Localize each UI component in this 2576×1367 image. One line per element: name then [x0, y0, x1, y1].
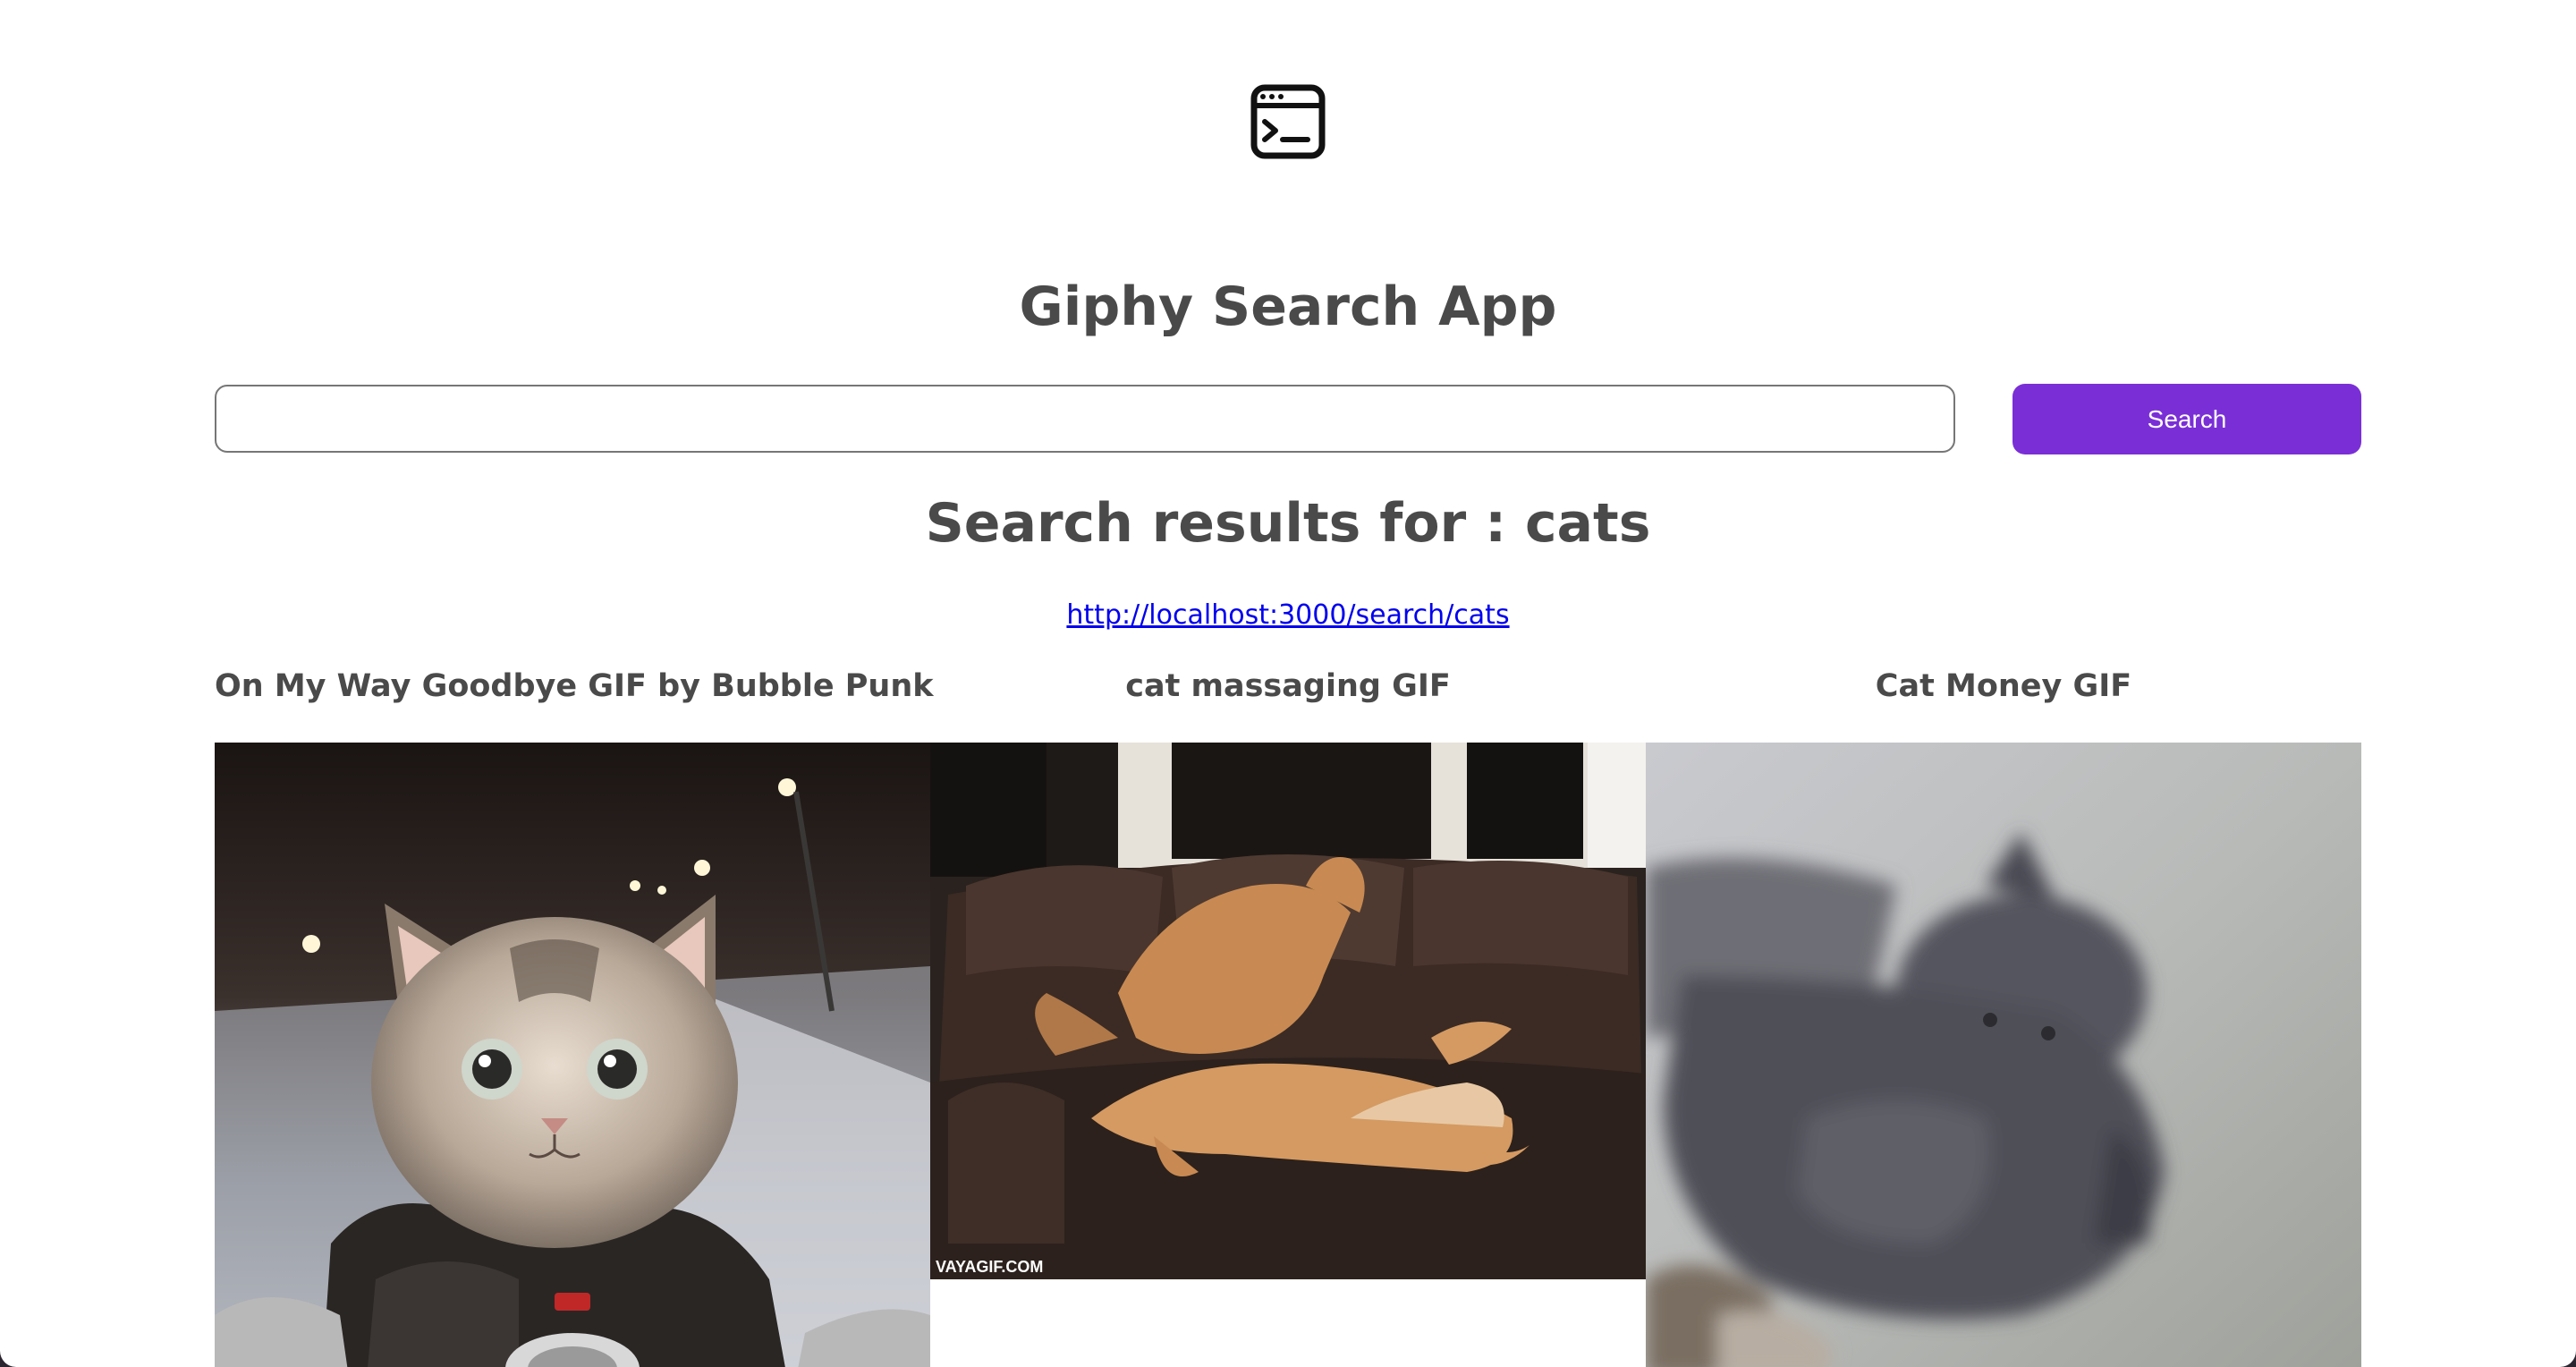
search-button[interactable]: Search: [2012, 384, 2361, 454]
gif-title: cat massaging GIF: [1125, 668, 1451, 704]
page-title: Giphy Search App: [1019, 276, 1557, 338]
gif-image-kitten-motorcycle[interactable]: [215, 743, 930, 1367]
gif-watermark: VAYAGIF.COM: [936, 1258, 1043, 1276]
gif-image-cat-massaging[interactable]: VAYAGIF.COM: [930, 743, 1646, 1279]
search-results-link[interactable]: http://localhost:3000/search/cats: [1066, 599, 1509, 631]
gif-title: On My Way Goodbye GIF by Bubble Punk: [215, 668, 934, 704]
gif-grid: On My Way Goodbye GIF by Bubble Punk cat…: [215, 662, 2361, 1367]
search-results-heading: Search results for : cats: [925, 492, 1651, 555]
search-results-url: http://localhost:3000/search/cats: [0, 598, 2576, 633]
gif-image-gray-cat[interactable]: [1646, 743, 2361, 1367]
gif-title: Cat Money GIF: [1875, 668, 2132, 704]
gif-card[interactable]: cat massaging GIF VAYAGIF.COM: [930, 662, 1646, 1279]
app-page: Giphy Search App Search Search results f…: [0, 0, 2576, 1367]
gif-card[interactable]: Cat Money GIF: [1646, 662, 2361, 1367]
gif-card[interactable]: On My Way Goodbye GIF by Bubble Punk: [215, 662, 934, 1367]
search-input[interactable]: [215, 385, 1955, 453]
terminal-window-icon: [1250, 84, 1326, 159]
